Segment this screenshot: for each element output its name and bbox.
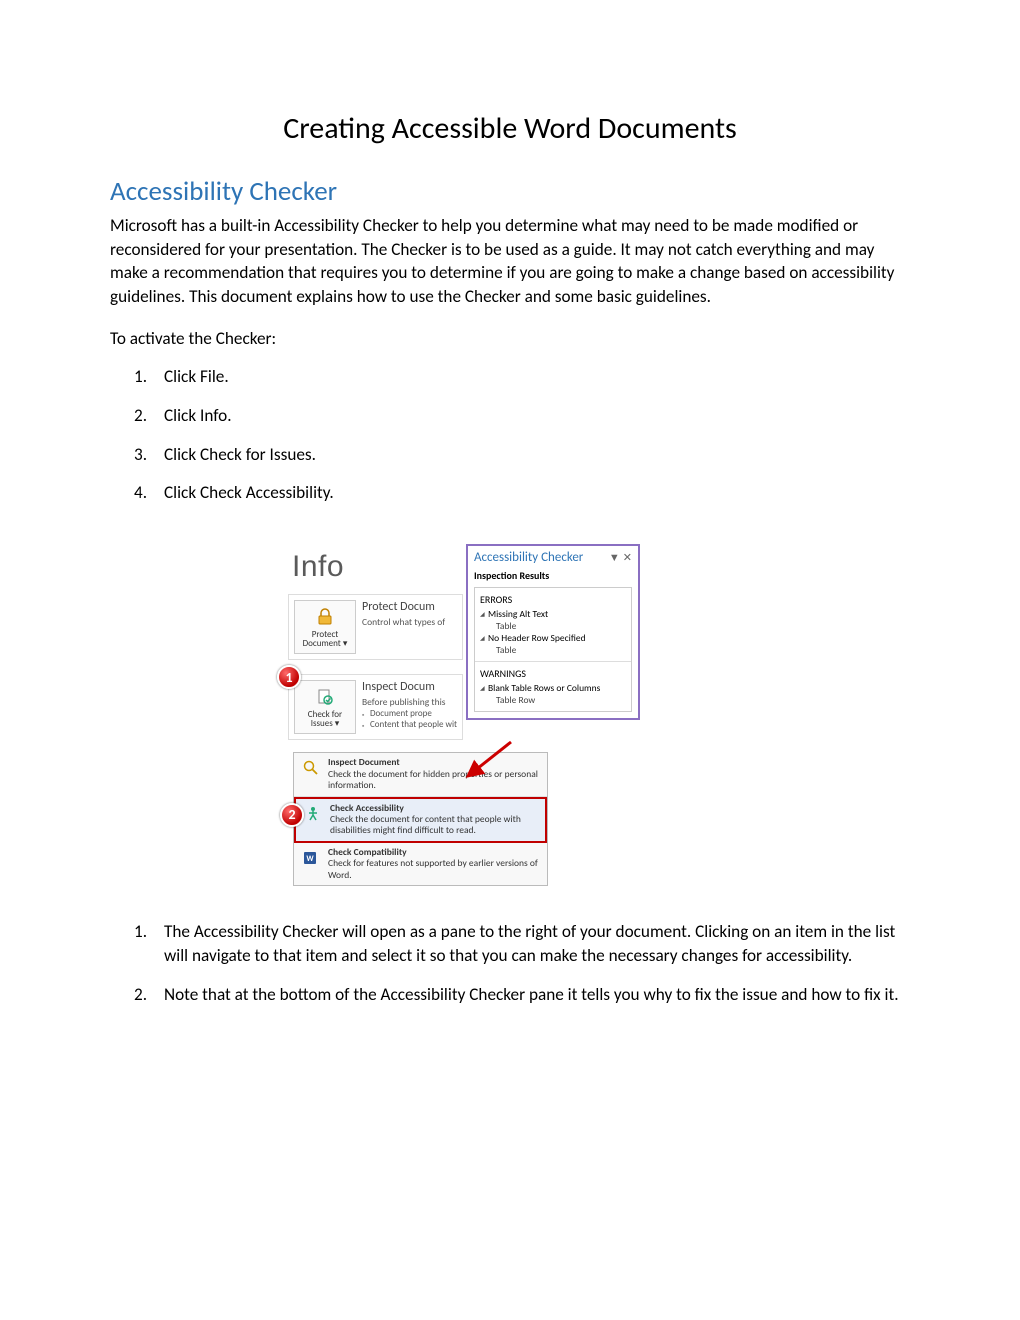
protect-sub: Control what types of [362,616,457,628]
check-access-title: Check Accessibility [330,802,404,814]
activate-line: To activate the Checker: [110,327,910,351]
check-issues-dropdown: Inspect DocumentCheck the document for h… [293,752,548,886]
step-item: 1.Click File. [164,365,910,390]
check-compatibility-item[interactable]: W Check CompatibilityCheck for features … [294,843,547,885]
warnings-label: WARNINGS [480,667,626,680]
protect-title: Protect Docum [362,600,457,614]
step-text: Click Info. [164,405,232,426]
pane-dropdown-icon[interactable]: ▼ [609,551,620,564]
inspect-bullet: Document prope [370,708,457,719]
magnifier-icon [300,757,322,779]
inspect-bullet: Content that people with disabilit [370,719,457,730]
accessibility-checker-pane: Accessibility Checker ▼✕ Inspection Resu… [466,544,640,720]
note-item: 1.The Accessibility Checker will open as… [164,920,910,967]
note-text: Note that at the bottom of the Accessibi… [164,984,899,1005]
check-issues-card: 1 Check for Issues ▾ Inspect Docum Befor… [288,674,463,740]
note-text: The Accessibility Checker will open as a… [164,921,895,966]
screenshot-figure: Info Protect Document ▾ Protect Docum Co… [288,544,648,886]
note-item: 2.Note that at the bottom of the Accessi… [164,983,910,1007]
check-compat-desc: Check for features not supported by earl… [328,857,538,880]
protect-document-button[interactable]: Protect Document ▾ [294,600,356,654]
protect-document-card: Protect Document ▾ Protect Docum Control… [288,594,463,660]
inspect-title: Inspect Docum [362,680,457,694]
inspect-doc-desc: Check the document for hidden properties… [328,768,538,791]
pane-subtitle: Inspection Results [474,569,632,582]
accessibility-icon [302,803,324,825]
lock-icon [314,606,336,628]
pane-title: Accessibility Checker [474,550,583,565]
inspect-sub: Before publishing this [362,696,457,708]
step-text: Click File. [164,366,229,387]
close-icon[interactable]: ✕ [623,551,632,564]
warning-subitem[interactable]: Table Row [496,694,626,706]
step-text: Click Check Accessibility. [164,482,334,503]
check-issues-button[interactable]: Check for Issues ▾ [294,680,356,734]
error-subitem[interactable]: Table [496,620,626,632]
error-item[interactable]: Missing Alt Text [488,608,626,620]
check-access-desc: Check the document for content that peop… [330,813,521,836]
intro-paragraph: Microsoft has a built-in Accessibility C… [110,214,910,309]
divider [475,661,631,662]
notes-list: 1.The Accessibility Checker will open as… [110,920,910,1007]
steps-list: 1.Click File. 2.Click Info. 3.Click Chec… [110,365,910,507]
inspection-results-box: ERRORS Missing Alt Text Table No Header … [474,587,632,712]
check-accessibility-item[interactable]: 2 Check AccessibilityCheck the document … [294,797,547,843]
errors-label: ERRORS [480,593,626,606]
step-item: 3.Click Check for Issues. [164,443,910,468]
page-title: Creating Accessible Word Documents [110,110,910,147]
section-heading: Accessibility Checker [110,175,910,208]
callout-badge-2: 2 [280,803,304,827]
protect-label-bottom: Document ▾ [303,639,348,649]
word-icon: W [300,847,322,869]
check-compat-title: Check Compatibility [328,846,407,858]
warning-item[interactable]: Blank Table Rows or Columns [488,682,626,694]
svg-text:W: W [306,854,314,864]
step-item: 2.Click Info. [164,404,910,429]
inspect-doc-title: Inspect Document [328,756,400,768]
step-text: Click Check for Issues. [164,444,316,465]
info-header: Info [288,544,463,594]
inspect-document-item[interactable]: Inspect DocumentCheck the document for h… [294,753,547,796]
error-subitem[interactable]: Table [496,644,626,656]
document-check-icon [314,686,336,708]
step-item: 4.Click Check Accessibility. [164,481,910,506]
error-item[interactable]: No Header Row Specified [488,632,626,644]
check-label-bottom: Issues ▾ [311,719,340,729]
